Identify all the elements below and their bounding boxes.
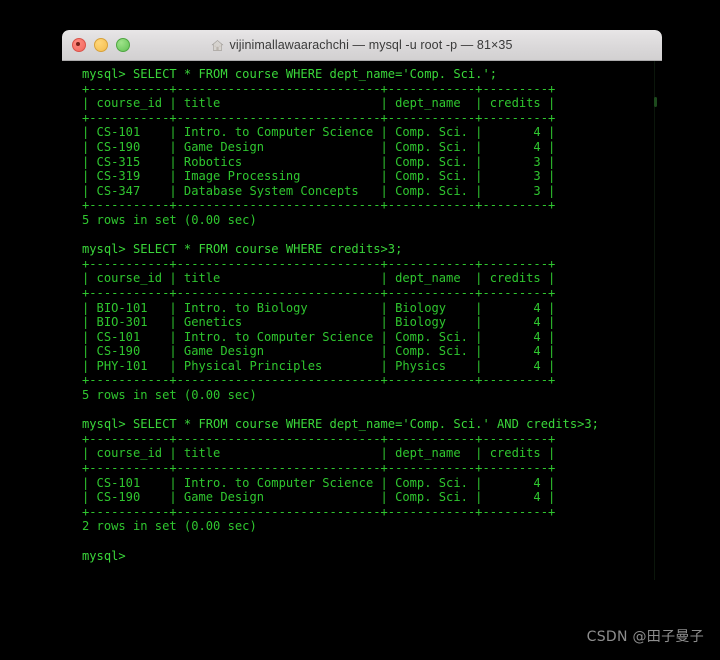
terminal-line: +-----------+---------------------------… — [82, 81, 556, 96]
terminal-line: | course_id | title | dept_name | credit… — [82, 96, 556, 111]
terminal-prompt-line: mysql> SELECT * FROM course WHERE dept_n… — [82, 67, 498, 81]
terminal-line: +-----------+---------------------------… — [82, 256, 556, 271]
terminal-line: | CS-101 | Intro. to Computer Science | … — [82, 329, 556, 344]
terminal-titlebar[interactable]: vijinimallawaarachchi — mysql -u root -p… — [62, 30, 662, 61]
close-button[interactable] — [72, 38, 86, 52]
window-controls[interactable] — [62, 38, 130, 52]
terminal-prompt-line: mysql> SELECT * FROM course WHERE credit… — [82, 242, 403, 257]
terminal-line: | CS-315 | Robotics | Comp. Sci. | 3 | — [82, 154, 556, 169]
terminal-line: +-----------+---------------------------… — [82, 285, 556, 300]
terminal-right-edge — [654, 61, 655, 580]
terminal-line: | BIO-101 | Intro. to Biology | Biology … — [82, 300, 556, 315]
minimize-button[interactable] — [94, 38, 108, 52]
terminal-window[interactable]: vijinimallawaarachchi — mysql -u root -p… — [62, 30, 662, 580]
terminal-line: 5 rows in set (0.00 sec) — [82, 388, 257, 403]
terminal-line: | course_id | title | dept_name | credit… — [82, 446, 556, 461]
terminal-line: | PHY-101 | Physical Principles | Physic… — [82, 358, 556, 373]
maximize-button[interactable] — [116, 38, 130, 52]
terminal-line: | CS-101 | Intro. to Computer Science | … — [82, 125, 556, 140]
terminal-line: | CS-347 | Database System Concepts | Co… — [82, 183, 556, 198]
terminal-line: | course_id | title | dept_name | credit… — [82, 271, 556, 286]
terminal-line: +-----------+---------------------------… — [82, 373, 556, 388]
terminal-line: +-----------+---------------------------… — [82, 110, 556, 125]
scrollbar-thumb[interactable] — [654, 97, 657, 107]
terminal-output[interactable]: mysql> SELECT * FROM course WHERE dept_n… — [62, 61, 662, 580]
terminal-line: | BIO-301 | Genetics | Biology | 4 | — [82, 315, 556, 330]
terminal-line-list: mysql> SELECT * FROM course WHERE dept_n… — [62, 67, 662, 563]
terminal-line: +-----------+---------------------------… — [82, 504, 556, 519]
window-title-container: vijinimallawaarachchi — mysql -u root -p… — [62, 38, 662, 52]
terminal-line: | CS-190 | Game Design | Comp. Sci. | 4 … — [82, 344, 556, 359]
terminal-line: | CS-190 | Game Design | Comp. Sci. | 4 … — [82, 490, 556, 505]
window-title-text: vijinimallawaarachchi — mysql -u root -p… — [229, 38, 513, 52]
terminal-prompt-line: mysql> SELECT * FROM course WHERE dept_n… — [82, 417, 599, 432]
terminal-line: | CS-190 | Game Design | Comp. Sci. | 4 … — [82, 139, 556, 154]
terminal-line: 5 rows in set (0.00 sec) — [82, 212, 257, 227]
terminal-line: +-----------+---------------------------… — [82, 461, 556, 476]
home-icon — [211, 39, 224, 52]
terminal-line: +-----------+---------------------------… — [82, 198, 556, 213]
terminal-line: | CS-319 | Image Processing | Comp. Sci.… — [82, 169, 556, 184]
terminal-line: 2 rows in set (0.00 sec) — [82, 519, 257, 534]
terminal-line: | CS-101 | Intro. to Computer Science | … — [82, 475, 556, 490]
terminal-prompt-line: mysql> — [82, 548, 126, 563]
terminal-line: +-----------+---------------------------… — [82, 431, 556, 446]
watermark: CSDN @田子曼子 — [586, 629, 704, 645]
